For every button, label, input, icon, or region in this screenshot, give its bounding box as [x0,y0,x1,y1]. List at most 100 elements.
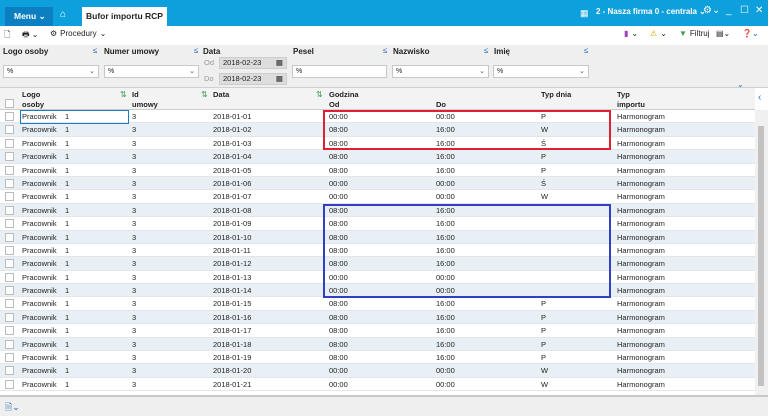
cell-from: 00:00 [329,379,348,389]
export-icon[interactable]: 🗎⌄ [5,400,20,416]
row-checkbox[interactable] [5,299,14,309]
filter-operator-icon[interactable]: ≤ [93,46,97,55]
filter-logo-input[interactable]: % ⌄ [3,65,99,78]
row-checkbox[interactable] [5,125,14,135]
table-row[interactable]: Pracownik 1 3 2018-01-07 00:00 00:00 W Harmonog… [0,190,755,204]
table-row[interactable]: Pracownik 1 3 2018-01-20 00:00 00:00 W Harmonog… [0,364,755,378]
cell-name: Pracownik [22,299,57,309]
procedures-button[interactable]: ⚙ Procedury ⌄ [50,29,106,38]
cell-logo-num: 1 [65,366,70,376]
vertical-scrollbar[interactable] [755,110,768,395]
table-row[interactable]: Pracownik 1 3 2018-01-15 08:00 16:00 P Harmonog… [0,297,755,311]
cell-importtype: Harmonogram [617,165,665,175]
filter-button[interactable]: ▼ Filtruj [679,29,709,38]
sort-icon[interactable]: ⇅ [120,90,127,99]
filter-operator-icon[interactable]: ≤ [194,46,198,55]
cell-importtype: Harmonogram [617,192,665,202]
date-from-label: Od [204,58,215,67]
table-row[interactable]: Pracownik 1 3 2018-01-21 00:00 00:00 W Harmonog… [0,378,755,392]
company-label: 2 - Nasza firma 0 - centrala [596,7,697,16]
cell-date: 2018-01-05 [213,165,252,175]
row-checkbox[interactable] [5,353,14,363]
row-checkbox[interactable] [5,112,14,121]
cell-logo-num: 1 [65,138,70,148]
filter-operator-icon[interactable]: ≤ [484,46,488,55]
delete-doc-icon[interactable]: 🗋 [4,29,10,43]
col-id-sub: umowy [132,100,158,109]
date-to-input[interactable]: 2018-02-23 ▦ [219,73,287,85]
cell-logo-num: 1 [65,339,70,349]
table-row[interactable]: Pracownik 1 3 2018-01-04 08:00 16:00 P Harmonog… [0,150,755,164]
print-icon[interactable]: 🖶 ⌄ [22,29,38,43]
close-icon[interactable]: ✕ [755,5,763,16]
col-importtype[interactable]: Typ [617,90,630,99]
filter-surname-input[interactable]: % ⌄ [392,65,489,78]
title-bar: Menu ⌄ ⌂ Bufor importu RCP ▦ 2 - Nasza f… [0,0,768,26]
home-icon[interactable]: ⌂ [60,9,66,20]
row-checkbox[interactable] [5,232,14,242]
select-all-checkbox[interactable] [5,99,14,108]
row-checkbox[interactable] [5,219,14,229]
tab-bufor-importu[interactable]: Bufor importu RCP [82,7,167,26]
cell-logo-num: 1 [65,178,70,188]
chevron-down-icon: ⌄ [89,68,95,75]
table-row[interactable]: Pracownik 1 3 2018-01-17 08:00 16:00 P Harmonog… [0,324,755,338]
row-checkbox[interactable] [5,178,14,188]
row-checkbox[interactable] [5,286,14,296]
row-checkbox[interactable] [5,366,14,376]
scrollbar-thumb[interactable] [758,126,764,386]
row-checkbox[interactable] [5,339,14,349]
row-checkbox[interactable] [5,192,14,202]
table-row[interactable]: Pracownik 1 3 2018-01-16 08:00 16:00 P Harmonog… [0,310,755,325]
filter-operator-icon[interactable]: ≤ [383,46,387,55]
help-icon[interactable]: ❓⌄ [742,29,759,38]
gear-icon[interactable]: ⚙⌄ [703,5,720,16]
calendar-icon[interactable]: ▦ [276,58,283,68]
col-from[interactable]: Od [329,100,339,109]
columns-settings-icon[interactable]: ▤⌄ [716,29,730,38]
filter-contract-input[interactable]: % ⌄ [104,65,199,78]
filter-name-input[interactable]: % ⌄ [493,65,589,78]
minimize-icon[interactable]: _ [726,5,732,16]
filter-operator-icon[interactable]: ≤ [584,46,588,55]
row-checkbox[interactable] [5,205,14,215]
maximize-icon[interactable]: ☐ [740,5,749,16]
procedures-label: Procedury [60,29,97,38]
row-checkbox[interactable] [5,138,14,148]
row-checkbox[interactable] [5,245,14,255]
col-logo[interactable]: Logo [22,90,40,99]
date-from-input[interactable]: 2018-02-23 ▦ [219,57,287,69]
cell-date: 2018-01-02 [213,125,252,135]
cell-to: 16:00 [436,165,455,175]
grid-icon[interactable]: ▦ [580,8,589,19]
col-date[interactable]: Data [213,90,229,99]
cell-name: Pracownik [22,245,57,255]
table-row[interactable]: Pracownik 1 3 2018-01-05 08:00 16:00 P Harmonog… [0,164,755,177]
sort-icon[interactable]: ⇅ [316,90,323,99]
col-to[interactable]: Do [436,100,446,109]
row-checkbox[interactable] [5,326,14,336]
table-row[interactable]: Pracownik 1 3 2018-01-19 08:00 16:00 P Harmonog… [0,351,755,365]
sort-icon[interactable]: ⇅ [201,90,208,99]
cell-logo-num: 1 [65,299,70,309]
col-id[interactable]: Id [132,90,139,99]
chart-icon[interactable]: ▮ ⌄ [624,29,638,38]
cell-id: 3 [132,339,137,349]
bottom-bar: 🗎⌄ [0,395,768,416]
warning-settings-icon[interactable]: ⚠ ⌄ [650,29,667,38]
chevron-left-icon[interactable]: ‹ [758,92,761,103]
row-checkbox[interactable] [5,165,14,175]
col-hour[interactable]: Godzina [329,90,359,99]
table-row[interactable]: Pracownik 1 3 2018-01-18 08:00 16:00 P Harmonog… [0,337,755,352]
filter-pesel-input[interactable]: % [292,65,387,78]
row-checkbox[interactable] [5,259,14,269]
menu-button[interactable]: Menu ⌄ [5,7,53,26]
company-selector[interactable]: 2 - Nasza firma 0 - centrala ⌄ [596,7,706,16]
col-daytype[interactable]: Typ dnia [541,90,571,99]
row-checkbox[interactable] [5,312,14,322]
row-checkbox[interactable] [5,272,14,282]
table-row[interactable]: Pracownik 1 3 2018-01-06 00:00 00:00 Ś Harmonog… [0,176,755,191]
calendar-icon[interactable]: ▦ [276,74,283,84]
row-checkbox[interactable] [5,379,14,389]
row-checkbox[interactable] [5,152,14,162]
